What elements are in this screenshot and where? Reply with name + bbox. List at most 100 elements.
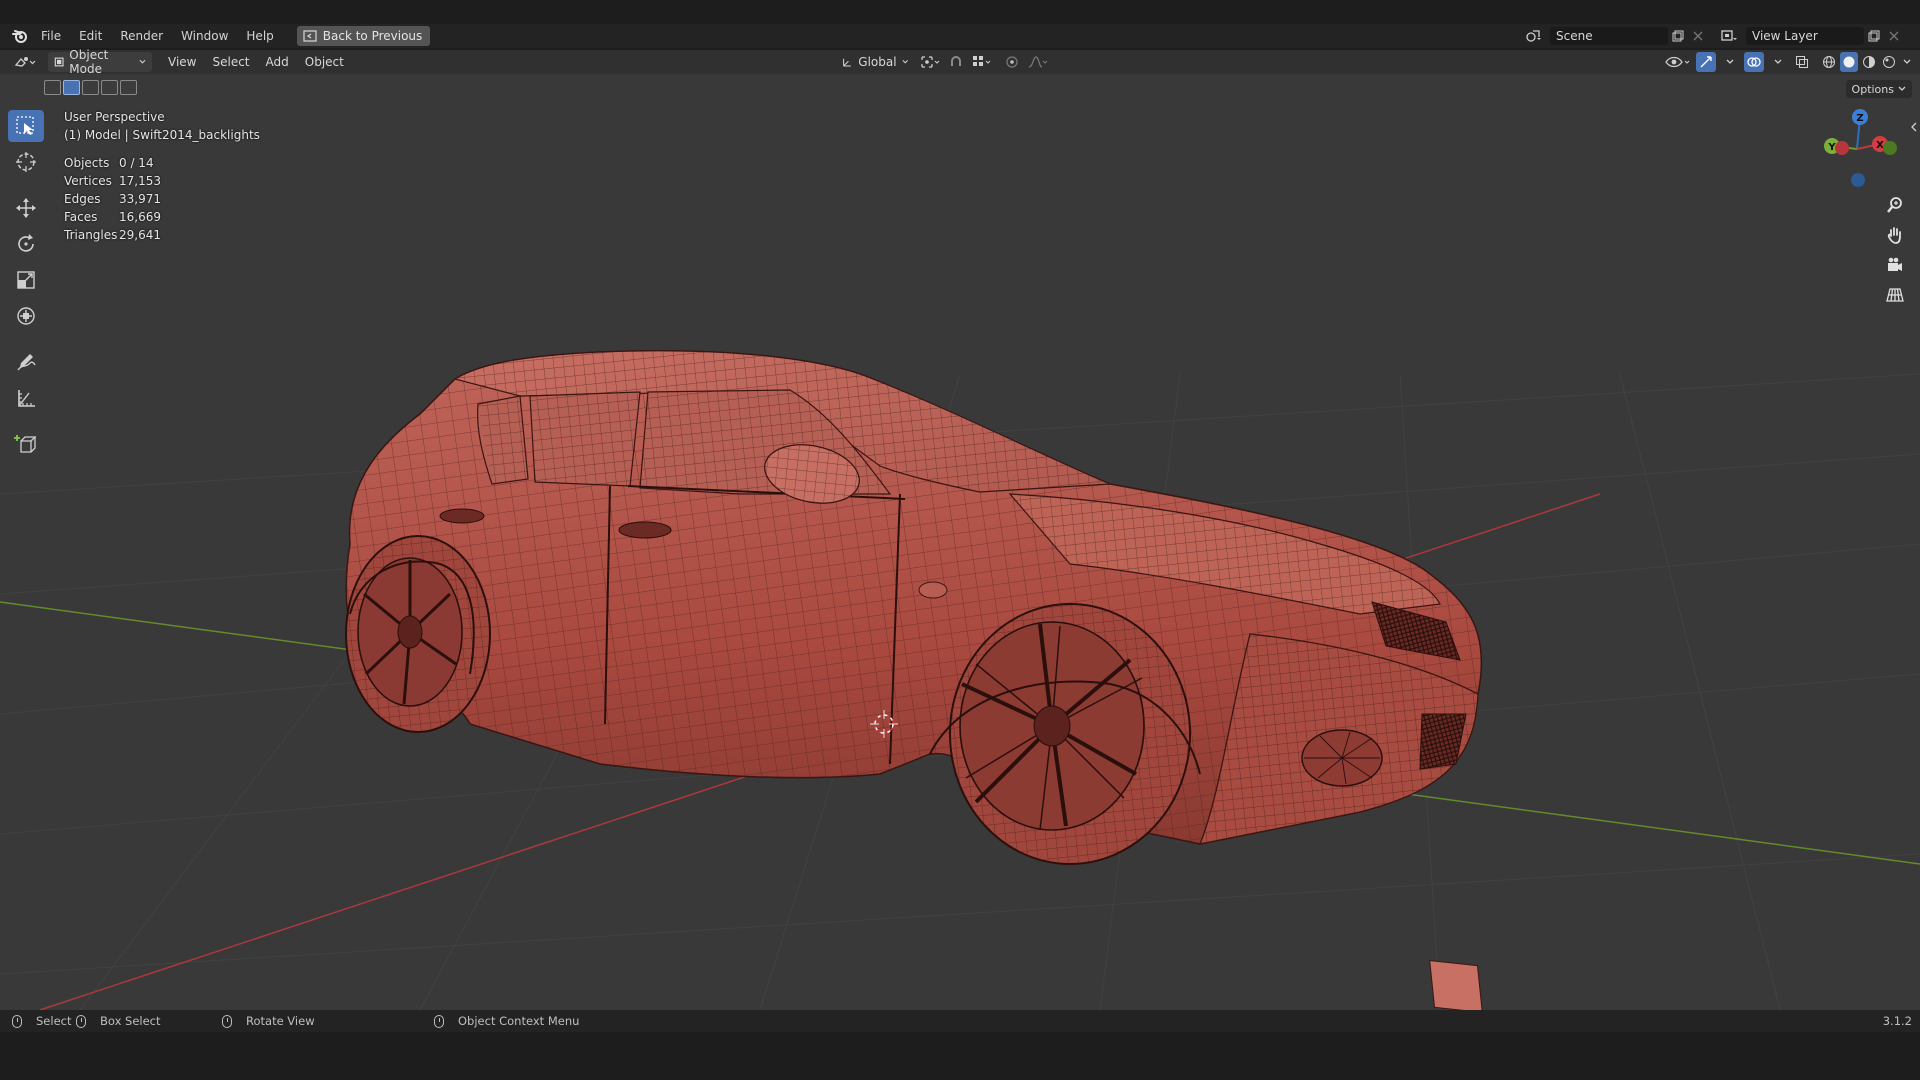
close-scene-icon[interactable] [1688, 26, 1708, 46]
fuel-cap [918, 581, 948, 599]
overlay-toggle-icon[interactable] [1744, 52, 1764, 72]
transform-tool[interactable] [8, 300, 44, 332]
menu-view[interactable]: View [160, 55, 204, 69]
wireframe-shading-icon[interactable] [1820, 52, 1838, 72]
measure-tool[interactable] [8, 382, 44, 414]
mouse-right-icon [434, 1014, 444, 1028]
proportional-edit-icon[interactable] [1002, 52, 1022, 72]
scene-field[interactable]: Scene [1550, 27, 1668, 45]
chevron-down-icon [139, 59, 146, 64]
close-view-layer-icon[interactable] [1884, 26, 1904, 46]
rotate-tool[interactable] [8, 228, 44, 260]
menu-help[interactable]: Help [237, 24, 282, 48]
rendered-shading-icon[interactable] [1880, 52, 1898, 72]
falloff-icon[interactable] [1028, 52, 1048, 72]
pivot-point-icon[interactable] [920, 52, 940, 72]
move-tool[interactable] [8, 192, 44, 224]
menu-add[interactable]: Add [258, 55, 297, 69]
select-box-tool[interactable] [8, 110, 44, 142]
new-view-layer-icon[interactable] [1864, 26, 1884, 46]
camera-view-button[interactable] [1882, 252, 1908, 278]
tool-shelf [8, 110, 46, 460]
orientation-label: Global [858, 55, 897, 69]
gizmo-toggle-icon[interactable] [1696, 52, 1716, 72]
add-cube-tool[interactable] [8, 428, 44, 460]
transform-orientation-dropdown[interactable]: Global [836, 52, 914, 72]
measure-icon [18, 390, 35, 407]
back-to-previous-button[interactable]: Back to Previous [296, 26, 431, 46]
shading-dropdown-icon[interactable] [1900, 52, 1914, 72]
stat-objects: Objects 0 / 14 [64, 156, 154, 170]
overlay-dropdown-icon[interactable] [1768, 52, 1788, 72]
menu-object[interactable]: Object [297, 55, 352, 69]
license-plate [1429, 959, 1483, 1010]
editor-type-button[interactable] [8, 52, 42, 72]
cursor-tool-icon [16, 152, 36, 172]
view-layer-field[interactable]: View Layer [1746, 27, 1864, 45]
cursor-tool[interactable] [8, 146, 44, 178]
visibility-icon[interactable] [1664, 52, 1692, 72]
navigation-gizmo[interactable]: Z Y X [1812, 104, 1902, 194]
scene-canvas[interactable] [0, 74, 1920, 1010]
chevron-down-icon [901, 60, 908, 64]
sidebar-toggle-icon[interactable] [1910, 118, 1918, 132]
gizmo-dropdown-icon[interactable] [1720, 52, 1740, 72]
view-layer-icon[interactable] [1720, 26, 1740, 46]
menu-window[interactable]: Window [172, 24, 237, 48]
gizmo-z-label: Z [1856, 113, 1863, 124]
stat-edges: Edges 33,971 [64, 192, 161, 206]
annotate-icon [17, 354, 36, 371]
viewport-header: Object Mode View Select Add Object Globa… [0, 48, 1920, 76]
new-scene-icon[interactable] [1668, 26, 1688, 46]
front-wheel [949, 603, 1191, 865]
snap-increment-icon[interactable] [972, 52, 992, 72]
status-context-menu: Object Context Menu [434, 1010, 579, 1032]
gizmo-neg-y-axis [1883, 141, 1897, 155]
scene-icon[interactable] [1524, 26, 1544, 46]
material-shading-icon[interactable] [1860, 52, 1878, 72]
selection-mode-group [44, 80, 137, 95]
view-layer-value: View Layer [1752, 29, 1818, 43]
camera-icon [1888, 257, 1902, 271]
snap-toggle-icon[interactable] [946, 52, 966, 72]
viewport-info-overlay: User Perspective (1) Model | Swift2014_b… [64, 108, 260, 244]
select-intersect-mode[interactable] [120, 80, 137, 95]
options-dropdown[interactable]: Options [1845, 80, 1912, 98]
back-label: Back to Previous [322, 29, 423, 43]
door-handle [618, 521, 672, 539]
scene-value: Scene [1556, 29, 1593, 43]
object-mode-icon [54, 57, 64, 67]
version-label: 3.1.2 [1882, 1014, 1912, 1028]
gizmo-x-label: X [1876, 140, 1884, 151]
menu-edit[interactable]: Edit [70, 24, 111, 48]
view-perspective-label: User Perspective [64, 110, 165, 124]
select-invert-mode[interactable] [101, 80, 118, 95]
select-new-mode[interactable] [44, 80, 61, 95]
rotate-icon [18, 234, 34, 252]
mouse-drag-icon [76, 1014, 86, 1028]
lower-grille [1419, 713, 1467, 770]
ortho-toggle-button[interactable] [1882, 282, 1908, 308]
stat-vertices: Vertices 17,153 [64, 174, 161, 188]
grid-icon [1886, 288, 1904, 302]
move-icon [16, 198, 36, 218]
scale-icon [17, 271, 35, 289]
zoom-view-button[interactable] [1882, 192, 1908, 218]
select-extend-mode[interactable] [63, 80, 80, 95]
pan-view-button[interactable] [1882, 222, 1908, 248]
blender-logo-icon[interactable] [8, 24, 32, 48]
xray-toggle-icon[interactable] [1792, 52, 1812, 72]
menu-file[interactable]: File [32, 24, 70, 48]
options-label: Options [1851, 82, 1894, 96]
scale-tool[interactable] [8, 264, 44, 296]
status-bar: Select Box Select Rotate View Object Con… [0, 1010, 1920, 1032]
annotate-tool[interactable] [8, 346, 44, 378]
mouse-left-icon [12, 1014, 22, 1028]
select-subtract-mode[interactable] [82, 80, 99, 95]
3d-viewport[interactable]: User Perspective (1) Model | Swift2014_b… [0, 74, 1920, 1010]
menu-select[interactable]: Select [204, 55, 257, 69]
gizmo-neg-z-axis [1851, 173, 1865, 187]
object-mode-dropdown[interactable]: Object Mode [48, 48, 152, 76]
menu-render[interactable]: Render [111, 24, 172, 48]
solid-shading-icon[interactable] [1840, 52, 1858, 72]
